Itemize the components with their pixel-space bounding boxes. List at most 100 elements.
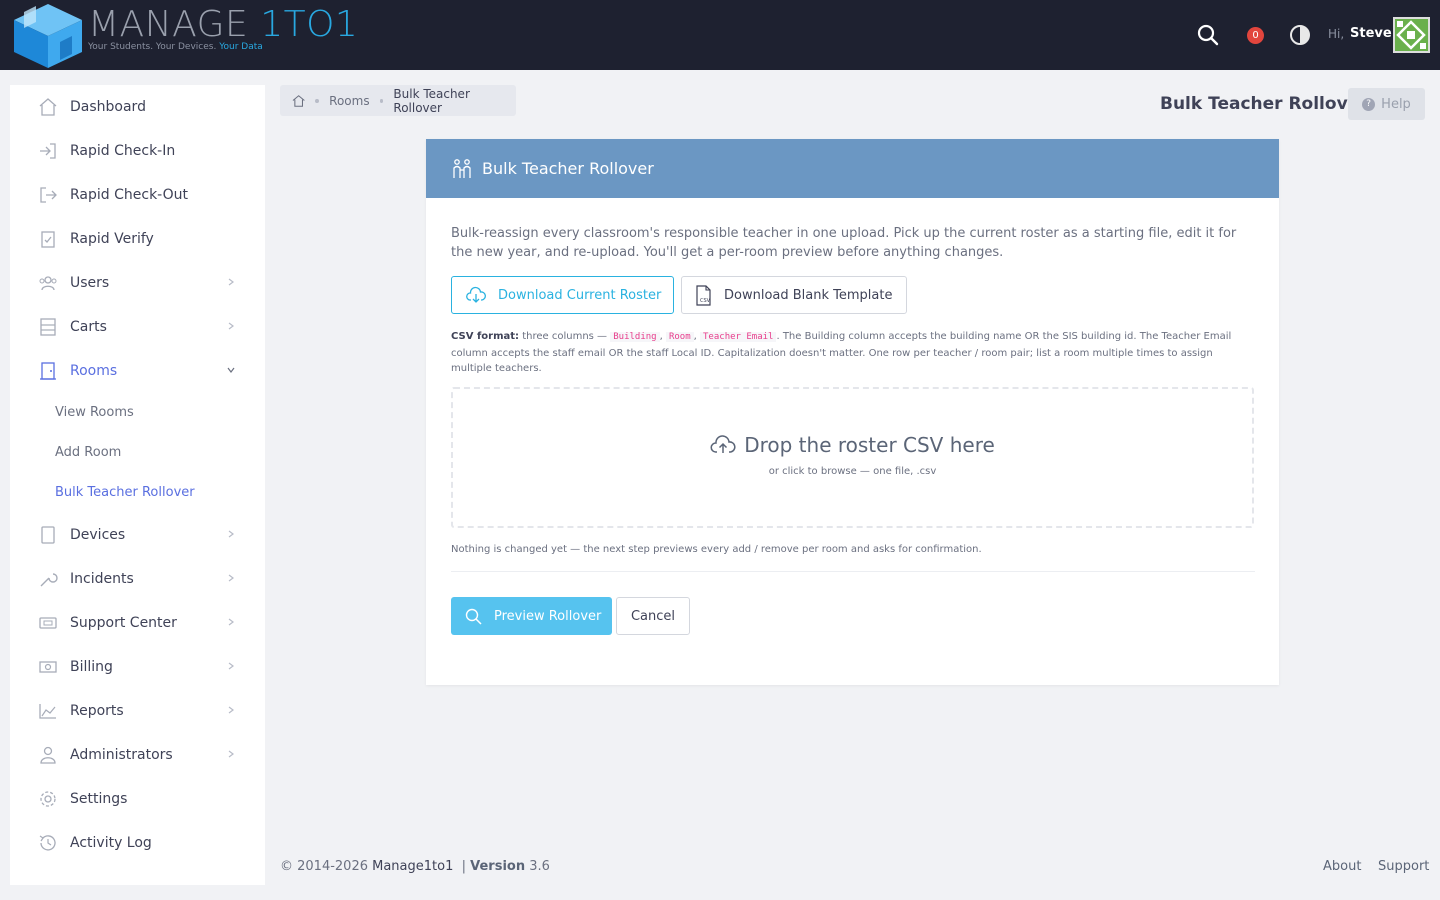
search-icon [465,608,482,625]
sidebar-sub-item-bulk-teacher-rollover[interactable]: Bulk Teacher Rollover [55,485,195,500]
sidebar-sub-item-view-rooms[interactable]: View Rooms [55,405,134,420]
sidebar-item-label: Billing [70,659,113,675]
csv-format-prefix: three columns — [519,331,611,342]
sidebar-item-label: Rapid Check-Out [70,187,189,203]
home-icon [39,98,57,116]
help-label: Help [1381,96,1411,112]
card-header: Bulk Teacher Rollover [426,139,1279,198]
sidebar-item-dashboard[interactable]: Dashboard [10,85,265,129]
sidebar-item-rapid-verify[interactable]: Rapid Verify [10,217,265,261]
footer-copyright: © 2014-2026 Manage1to1 | Version 3.6 [280,859,550,874]
sidebar-item-label: Rooms [70,363,118,379]
breadcrumb-current: Bulk Teacher Rollover [393,86,470,115]
sidebar-item-label: Rapid Verify [70,231,154,247]
gear-icon [40,791,56,807]
confirmation-note: Nothing is changed yet — the next step p… [451,544,982,555]
search-icon[interactable] [1196,23,1220,47]
csv-format-note: CSV format: three columns — Building, Ro… [451,331,1232,374]
dropzone-title-row: Drop the roster CSV here [453,433,1252,457]
sidebar-item-label: Administrators [70,747,173,763]
sidebar-item-devices[interactable]: Devices [10,513,265,557]
sidebar-item-reports[interactable]: Reports [10,689,265,733]
version-number: 3.6 [529,859,550,874]
sidebar-item-billing[interactable]: Billing [10,645,265,689]
breadcrumb: Rooms Bulk Teacher Rollover [280,85,516,116]
avatar-pattern-icon [1395,19,1428,51]
money-icon [39,661,57,673]
help-button[interactable]: ? Help [1348,88,1425,120]
cloud-download-icon [466,286,486,303]
sidebar-item-users[interactable]: Users [10,261,265,305]
rollover-card: Bulk Teacher Rollover Bulk-reassign ever… [426,139,1279,685]
wrench-icon [40,573,58,587]
cancel-button[interactable]: Cancel [616,597,690,635]
sidebar: Dashboard Rapid Check-In Rapid Check-Out… [10,85,265,885]
sidebar-item-incidents[interactable]: Incidents [10,557,265,601]
avatar[interactable] [1393,17,1430,53]
door-icon [40,362,56,380]
cart-icon [40,318,56,336]
preview-rollover-label: Preview Rollover [494,608,602,624]
sidebar-item-settings[interactable]: Settings [10,777,265,821]
chevron-right-icon [228,574,234,582]
chevron-right-icon [228,278,234,286]
logo[interactable]: MANAGE 1TO1 Your Students. Your Devices.… [10,0,359,68]
footer-support-link[interactable]: Support [1378,859,1429,874]
chevron-down-icon [227,367,235,373]
teacher-students-icon [453,158,471,178]
chevron-right-icon [228,530,234,538]
footer-about-link[interactable]: About [1323,859,1361,874]
csv-column-building: Building [610,332,660,342]
card-title: Bulk Teacher Rollover [482,159,654,178]
footer-brand: Manage1to1 [372,859,454,874]
csv-column-teacher-email: Teacher Email [700,332,777,342]
breadcrumb-separator [379,98,384,103]
logo-tagline: Your Students. Your Devices. Your Data [88,42,263,52]
download-blank-template-button[interactable]: CSV Download Blank Template [681,276,907,314]
svg-text:CSV: CSV [700,298,711,304]
version-label: Version [470,859,526,874]
breadcrumb-rooms[interactable]: Rooms [329,94,369,108]
user-name[interactable]: Steve [1350,26,1392,41]
sidebar-sub-item-add-room[interactable]: Add Room [55,445,121,460]
breadcrumb-separator [315,98,320,103]
download-current-roster-button[interactable]: Download Current Roster [451,276,674,314]
sidebar-item-label: Reports [70,703,124,719]
chart-icon [39,704,56,719]
admin-icon [40,746,56,764]
sign-in-icon [40,143,56,159]
sidebar-item-administrators[interactable]: Administrators [10,733,265,777]
sidebar-item-label: Rapid Check-In [70,143,176,159]
sidebar-item-label: Support Center [70,615,177,631]
intro-text: Bulk-reassign every classroom's responsi… [451,226,1237,260]
sidebar-item-label: Carts [70,319,107,335]
history-icon [39,835,56,851]
top-header: MANAGE 1TO1 Your Students. Your Devices.… [0,0,1440,70]
csv-column-room: Room [665,332,694,342]
dropzone-title: Drop the roster CSV here [744,433,995,457]
notification-badge[interactable]: 0 [1247,27,1264,44]
download-current-roster-label: Download Current Roster [498,287,662,303]
chevron-right-icon [228,618,234,626]
contrast-toggle-icon[interactable] [1288,23,1312,47]
sidebar-item-rapid-check-out[interactable]: Rapid Check-Out [10,173,265,217]
sidebar-item-support-center[interactable]: Support Center [10,601,265,645]
sidebar-item-rooms[interactable]: Rooms [10,349,265,393]
home-icon[interactable] [292,94,305,108]
sidebar-item-label: Settings [70,791,128,807]
logo-wordmark: MANAGE 1TO1 [88,4,359,45]
ticket-icon [39,617,57,629]
sidebar-item-rapid-check-in[interactable]: Rapid Check-In [10,129,265,173]
chevron-right-icon [228,322,234,330]
sidebar-item-label: Users [70,275,110,291]
sidebar-item-carts[interactable]: Carts [10,305,265,349]
sidebar-item-activity-log[interactable]: Activity Log [10,821,265,865]
sidebar-item-label: Incidents [70,571,134,587]
users-icon [39,276,57,291]
preview-rollover-button[interactable]: Preview Rollover [451,597,612,635]
csv-dropzone[interactable]: Drop the roster CSV here or click to bro… [451,387,1254,528]
divider [451,571,1255,572]
tablet-icon [41,526,55,544]
clipboard-check-icon [41,231,55,248]
sidebar-item-label: Dashboard [70,99,146,115]
